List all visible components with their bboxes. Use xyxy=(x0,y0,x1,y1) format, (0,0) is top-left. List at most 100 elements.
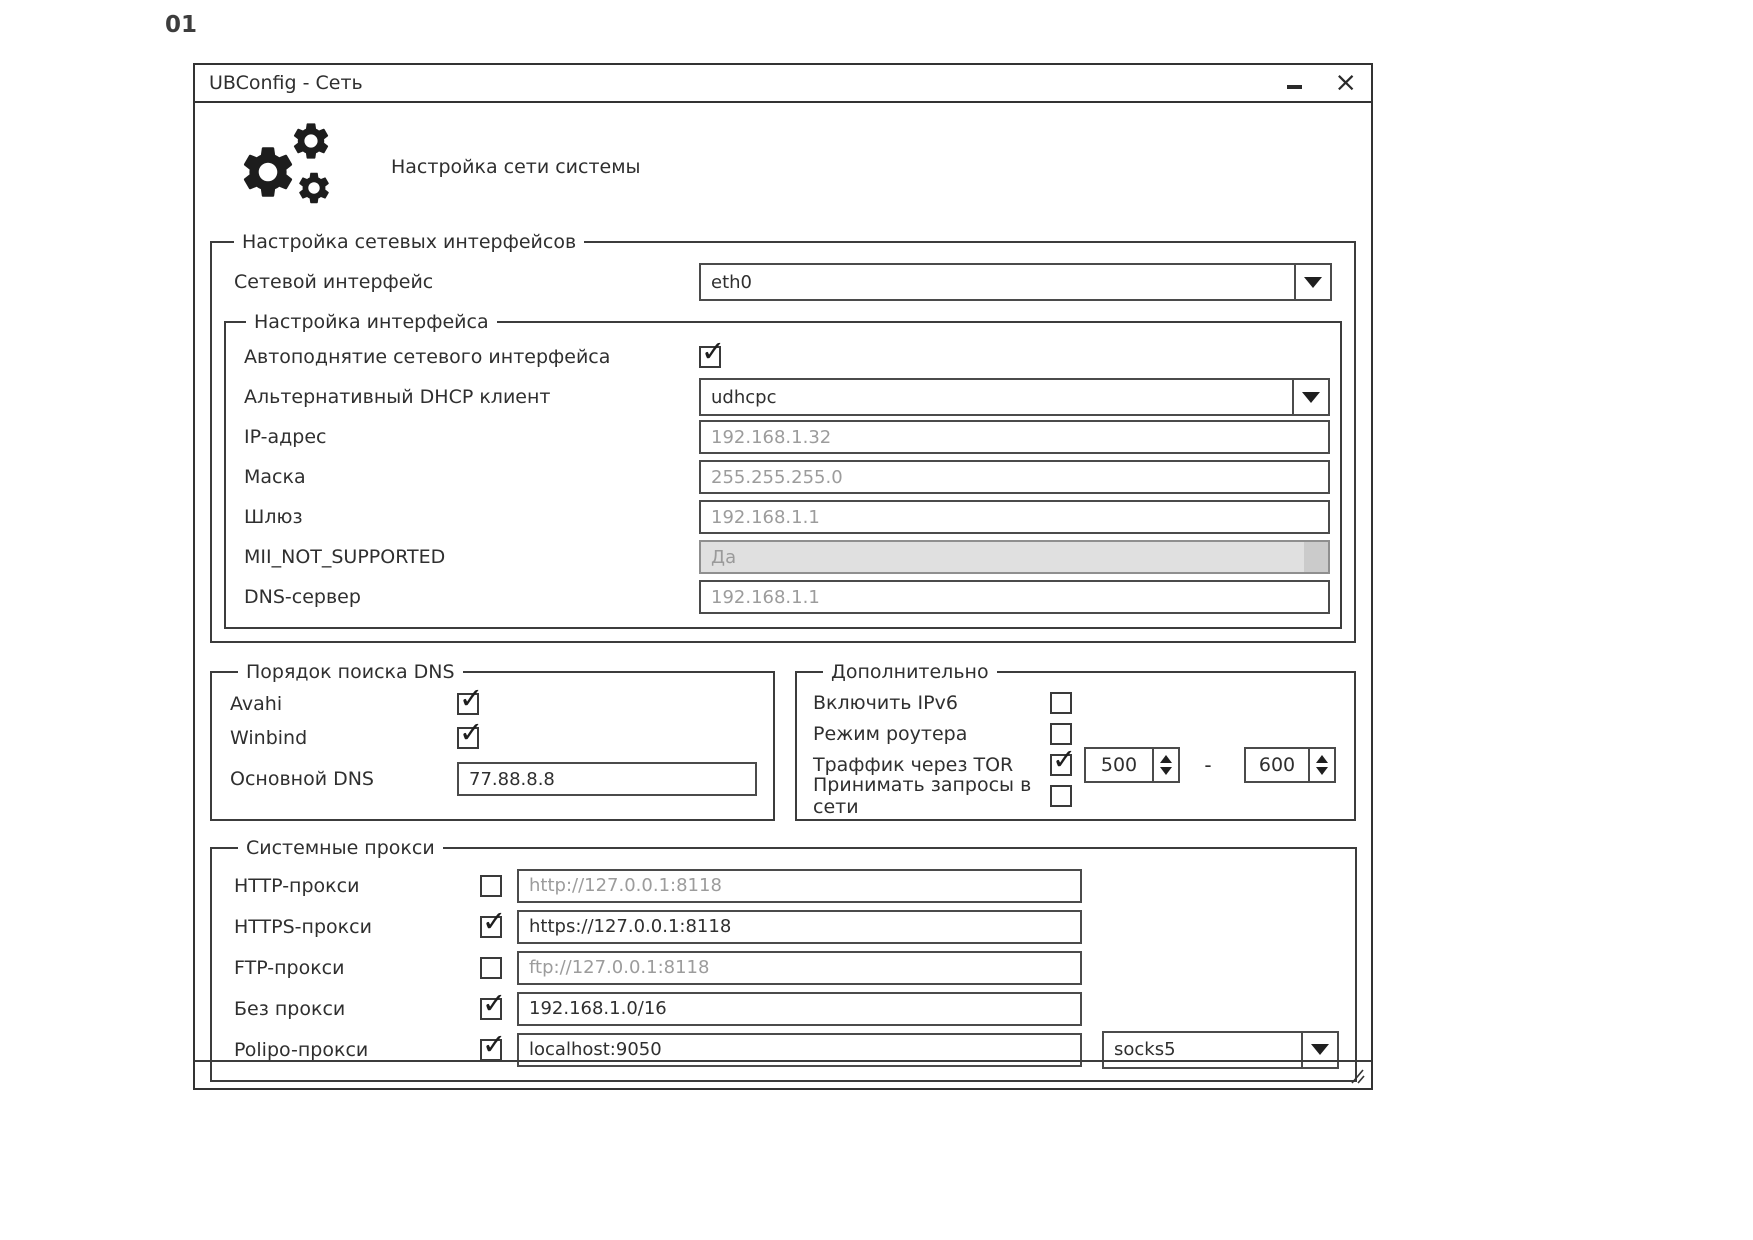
avahi-label: Avahi xyxy=(230,693,457,715)
https-proxy-row: HTTPS-прокси xyxy=(228,906,1339,947)
gear-icon xyxy=(289,119,333,163)
group-title-dns-order: Порядок поиска DNS xyxy=(238,661,463,683)
dhcp-client-label: Альтернативный DHCP клиент xyxy=(244,386,699,408)
https-proxy-input[interactable] xyxy=(517,910,1082,944)
interface-select[interactable]: eth0 xyxy=(699,263,1332,301)
no-proxy-checkbox[interactable] xyxy=(480,998,502,1020)
dropdown-button[interactable] xyxy=(1292,380,1328,414)
http-proxy-row: HTTP-прокси xyxy=(228,865,1339,906)
auto-up-row: Автоподнятие сетевого интерфейса xyxy=(236,337,1330,377)
spinner-buttons[interactable] xyxy=(1308,749,1334,781)
avahi-checkbox[interactable] xyxy=(457,693,479,715)
spinner-down-icon xyxy=(1316,767,1328,775)
primary-dns-input[interactable] xyxy=(457,762,757,796)
dns-server-row: DNS-сервер xyxy=(236,577,1330,617)
no-proxy-label: Без прокси xyxy=(234,998,480,1020)
additional-group: Дополнительно Включить IPv6 Режим роутер… xyxy=(795,661,1356,821)
dhcp-row: Альтернативный DHCP клиент udhcpc xyxy=(236,377,1330,417)
chevron-down-icon xyxy=(1302,392,1320,403)
tor-port-to-value: 600 xyxy=(1246,749,1308,781)
mii-value: Да xyxy=(711,547,736,568)
http-proxy-label: HTTP-прокси xyxy=(234,875,480,897)
tor-port-to-spinner[interactable]: 600 xyxy=(1244,747,1336,783)
netmask-label: Маска xyxy=(244,466,699,488)
auto-up-checkbox[interactable] xyxy=(699,346,721,368)
titlebar: UBConfig - Сеть × xyxy=(195,65,1371,103)
accept-requests-row: Принимать запросы в сети xyxy=(813,780,1338,811)
close-button[interactable]: × xyxy=(1334,73,1357,93)
winbind-row: Winbind xyxy=(228,721,757,755)
dhcp-client-value: udhcpc xyxy=(701,380,1292,414)
ip-address-input[interactable] xyxy=(699,420,1330,454)
interface-label: Сетевой интерфейс xyxy=(234,271,699,293)
status-bar xyxy=(195,1060,1371,1088)
group-title-proxy: Системные прокси xyxy=(238,837,443,859)
no-proxy-input[interactable] xyxy=(517,992,1082,1026)
spinner-up-icon xyxy=(1160,755,1172,763)
settings-gears-icon xyxy=(237,119,345,215)
window-controls: × xyxy=(1284,73,1357,93)
dialog-heading: Настройка сети системы xyxy=(391,156,641,178)
ftp-proxy-label: FTP-прокси xyxy=(234,957,480,979)
dropdown-button[interactable] xyxy=(1294,265,1330,299)
chevron-down-icon xyxy=(1304,277,1322,288)
https-proxy-checkbox[interactable] xyxy=(480,916,502,938)
ftp-proxy-row: FTP-прокси xyxy=(228,947,1339,988)
dhcp-client-select[interactable]: udhcpc xyxy=(699,378,1330,416)
primary-dns-label: Основной DNS xyxy=(230,768,457,790)
interface-row: Сетевой интерфейс eth0 xyxy=(224,259,1342,305)
polipo-proxy-label: Polipo-прокси xyxy=(234,1039,480,1061)
http-proxy-input[interactable] xyxy=(517,869,1082,903)
tor-port-from-spinner[interactable]: 500 xyxy=(1084,747,1180,783)
winbind-label: Winbind xyxy=(230,727,457,749)
gear-icon xyxy=(295,169,333,207)
spinner-up-icon xyxy=(1316,755,1328,763)
accept-requests-checkbox[interactable] xyxy=(1050,785,1072,807)
dns-server-input[interactable] xyxy=(699,580,1330,614)
mii-label: MII_NOT_SUPPORTED xyxy=(244,546,699,568)
https-proxy-label: HTTPS-прокси xyxy=(234,916,480,938)
netmask-row: Маска xyxy=(236,457,1330,497)
dialog-header: Настройка сети системы xyxy=(195,103,1371,219)
mii-field: Да xyxy=(699,540,1330,574)
polipo-proxy-checkbox[interactable] xyxy=(480,1039,502,1061)
ftp-proxy-input[interactable] xyxy=(517,951,1082,985)
ipv6-checkbox[interactable] xyxy=(1050,692,1072,714)
chevron-down-icon xyxy=(1311,1044,1329,1055)
tor-traffic-checkbox[interactable] xyxy=(1050,754,1072,776)
minimize-button[interactable] xyxy=(1284,73,1304,93)
network-interfaces-group: Настройка сетевых интерфейсов Сетевой ин… xyxy=(210,231,1356,643)
ip-row: IP-адрес xyxy=(236,417,1330,457)
router-mode-label: Режим роутера xyxy=(813,723,1050,745)
resize-grip[interactable] xyxy=(1346,1067,1366,1085)
mii-row: MII_NOT_SUPPORTED Да xyxy=(236,537,1330,577)
tor-traffic-label: Траффик через TOR xyxy=(813,754,1050,776)
group-title-interface: Настройка интерфейса xyxy=(246,311,497,333)
winbind-checkbox[interactable] xyxy=(457,727,479,749)
tor-port-from-value: 500 xyxy=(1086,749,1152,781)
http-proxy-checkbox[interactable] xyxy=(480,875,502,897)
spinner-down-icon xyxy=(1160,767,1172,775)
dns-order-group: Порядок поиска DNS Avahi Winbind Основно… xyxy=(210,661,775,821)
accept-requests-label: Принимать запросы в сети xyxy=(813,774,1050,818)
avahi-row: Avahi xyxy=(228,687,757,721)
auto-up-label: Автоподнятие сетевого интерфейса xyxy=(244,346,699,368)
page-number: 01 xyxy=(165,12,197,38)
netmask-input[interactable] xyxy=(699,460,1330,494)
group-title-network: Настройка сетевых интерфейсов xyxy=(234,231,584,253)
spinner-buttons[interactable] xyxy=(1152,749,1178,781)
interface-settings-group: Настройка интерфейса Автоподнятие сетево… xyxy=(224,311,1342,629)
system-proxy-group: Системные прокси HTTP-прокси HTTPS-прокс… xyxy=(210,837,1357,1082)
gateway-label: Шлюз xyxy=(244,506,699,528)
gateway-input[interactable] xyxy=(699,500,1330,534)
primary-dns-row: Основной DNS xyxy=(228,755,757,803)
ftp-proxy-checkbox[interactable] xyxy=(480,957,502,979)
middle-columns: Порядок поиска DNS Avahi Winbind Основно… xyxy=(210,661,1356,821)
ipv6-label: Включить IPv6 xyxy=(813,692,1050,714)
interface-value: eth0 xyxy=(701,265,1294,299)
gateway-row: Шлюз xyxy=(236,497,1330,537)
port-range-dash: - xyxy=(1180,753,1236,777)
app-window: UBConfig - Сеть × Настройка сети системы… xyxy=(193,63,1373,1090)
dns-server-label: DNS-сервер xyxy=(244,586,699,608)
minimize-icon xyxy=(1287,85,1302,89)
